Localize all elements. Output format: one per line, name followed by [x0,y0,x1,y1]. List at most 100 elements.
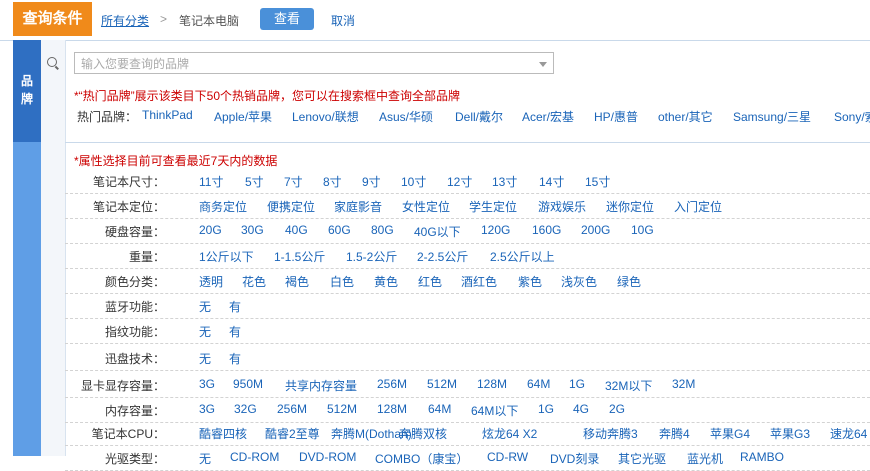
attribute-option[interactable]: 学生定位 [469,198,517,215]
attribute-option[interactable]: 32M [672,377,695,391]
attribute-option[interactable]: 15寸 [585,173,610,190]
attribute-option[interactable]: 苹果G4 [710,425,750,442]
attribute-option[interactable]: 无 [199,450,211,467]
attribute-option[interactable]: 白色 [330,273,354,290]
attribute-option[interactable]: 酷睿四核 [199,425,247,442]
attribute-option[interactable]: 12寸 [447,173,472,190]
attribute-option[interactable]: 128M [477,377,507,391]
attribute-option[interactable]: 20G [199,223,222,237]
attribute-option[interactable]: 炫龙64 X2 [482,425,537,442]
attribute-option[interactable]: 10G [631,223,654,237]
hot-brand-link[interactable]: Dell/戴尔 [455,108,503,125]
attribute-option[interactable]: 4G [573,402,589,416]
breadcrumb-all-categories[interactable]: 所有分类 [101,12,149,29]
hot-brand-link[interactable]: Apple/苹果 [214,108,272,125]
attribute-option[interactable]: 无 [199,323,211,340]
chevron-down-icon[interactable] [539,62,547,67]
hot-brand-link[interactable]: ThinkPad [142,108,193,122]
attribute-option[interactable]: 64M [527,377,550,391]
attribute-option[interactable]: 迷你定位 [606,198,654,215]
attribute-option[interactable]: 9寸 [362,173,381,190]
attribute-option[interactable]: 3G [199,377,215,391]
attribute-option[interactable]: COMBO（康宝） [375,450,468,467]
attribute-option[interactable]: 无 [199,350,211,367]
attribute-option[interactable]: 女性定位 [402,198,450,215]
hot-brand-link[interactable]: other/其它 [658,108,713,125]
attribute-option[interactable]: 7寸 [284,173,303,190]
attribute-option[interactable]: 30G [241,223,264,237]
attribute-option[interactable]: 有 [229,298,241,315]
attribute-option[interactable]: 商务定位 [199,198,247,215]
attribute-option[interactable]: DVD-ROM [299,450,356,464]
query-conditions-tab[interactable]: 查询条件 [13,2,92,36]
attribute-option[interactable]: 40G [285,223,308,237]
attribute-option[interactable]: 2-2.5公斤 [417,248,468,265]
attribute-option[interactable]: 10寸 [401,173,426,190]
attribute-option[interactable]: 共享内存容量 [285,377,357,394]
attribute-option[interactable]: 酒红色 [461,273,497,290]
attribute-option[interactable]: 有 [229,350,241,367]
attribute-option[interactable]: 红色 [418,273,442,290]
attribute-option[interactable]: 60G [328,223,351,237]
attribute-option[interactable]: 32G [234,402,257,416]
attribute-option[interactable]: 奔腾双核 [399,425,447,442]
attribute-option[interactable]: CD-ROM [230,450,279,464]
attribute-option[interactable]: 紫色 [518,273,542,290]
attribute-option[interactable]: 64M以下 [471,402,518,419]
attribute-option[interactable]: 40G以下 [414,223,461,240]
attribute-option[interactable]: 160G [532,223,561,237]
attribute-option[interactable]: 浅灰色 [561,273,597,290]
attribute-option[interactable]: 200G [581,223,610,237]
attribute-option[interactable]: 其它光驱 [618,450,666,467]
hot-brand-link[interactable]: Lenovo/联想 [292,108,359,125]
attribute-option[interactable]: 3G [199,402,215,416]
attribute-option[interactable]: 128M [377,402,407,416]
attribute-option[interactable]: CD-RW [487,450,528,464]
attribute-option[interactable]: 950M [233,377,263,391]
attribute-option[interactable]: 120G [481,223,510,237]
attribute-option[interactable]: 便携定位 [267,198,315,215]
attribute-option[interactable]: 32M以下 [605,377,652,394]
attribute-option[interactable]: 13寸 [492,173,517,190]
attribute-option[interactable]: 1.5-2公斤 [346,248,397,265]
hot-brand-link[interactable]: HP/惠普 [594,108,638,125]
attribute-option[interactable]: 绿色 [617,273,641,290]
attribute-option[interactable]: 256M [277,402,307,416]
attribute-option[interactable]: 无 [199,298,211,315]
attribute-option[interactable]: RAMBO [740,450,784,464]
attribute-option[interactable]: 速龙64 [830,425,867,442]
attribute-option[interactable]: 蓝光机 [687,450,723,467]
attribute-option[interactable]: 512M [327,402,357,416]
hot-brand-link[interactable]: Acer/宏基 [522,108,574,125]
attribute-option[interactable]: 8寸 [323,173,342,190]
attribute-option[interactable]: 花色 [242,273,266,290]
cancel-button[interactable]: 取消 [331,12,355,29]
attribute-option[interactable]: 2.5公斤以上 [490,248,555,265]
attribute-option[interactable]: 1-1.5公斤 [274,248,325,265]
attribute-option[interactable]: 14寸 [539,173,564,190]
attribute-option[interactable]: 1G [538,402,554,416]
attribute-option[interactable]: 80G [371,223,394,237]
attribute-option[interactable]: 5寸 [245,173,264,190]
attribute-option[interactable]: 家庭影音 [334,198,382,215]
attribute-option[interactable]: 奔腾4 [659,425,690,442]
attribute-option[interactable]: 512M [427,377,457,391]
attribute-option[interactable]: 褐色 [285,273,309,290]
attribute-option[interactable]: 1G [569,377,585,391]
attribute-option[interactable]: 2G [609,402,625,416]
attribute-option[interactable]: 黄色 [374,273,398,290]
attribute-option[interactable]: 透明 [199,273,223,290]
attribute-option[interactable]: 游戏娱乐 [538,198,586,215]
hot-brand-link[interactable]: Samsung/三星 [733,108,811,125]
attribute-option[interactable]: 入门定位 [674,198,722,215]
attribute-option[interactable]: 苹果G3 [770,425,810,442]
attribute-option[interactable]: 256M [377,377,407,391]
brand-search-select[interactable]: 输入您要查询的品牌 [74,52,554,74]
view-button[interactable]: 查看 [260,8,314,30]
attribute-option[interactable]: 有 [229,323,241,340]
attribute-option[interactable]: DVD刻录 [550,450,599,467]
hot-brand-link[interactable]: Asus/华硕 [379,108,433,125]
attribute-option[interactable]: 64M [428,402,451,416]
attribute-option[interactable]: 1公斤以下 [199,248,254,265]
attribute-option[interactable]: 酷睿2至尊 [265,425,320,442]
